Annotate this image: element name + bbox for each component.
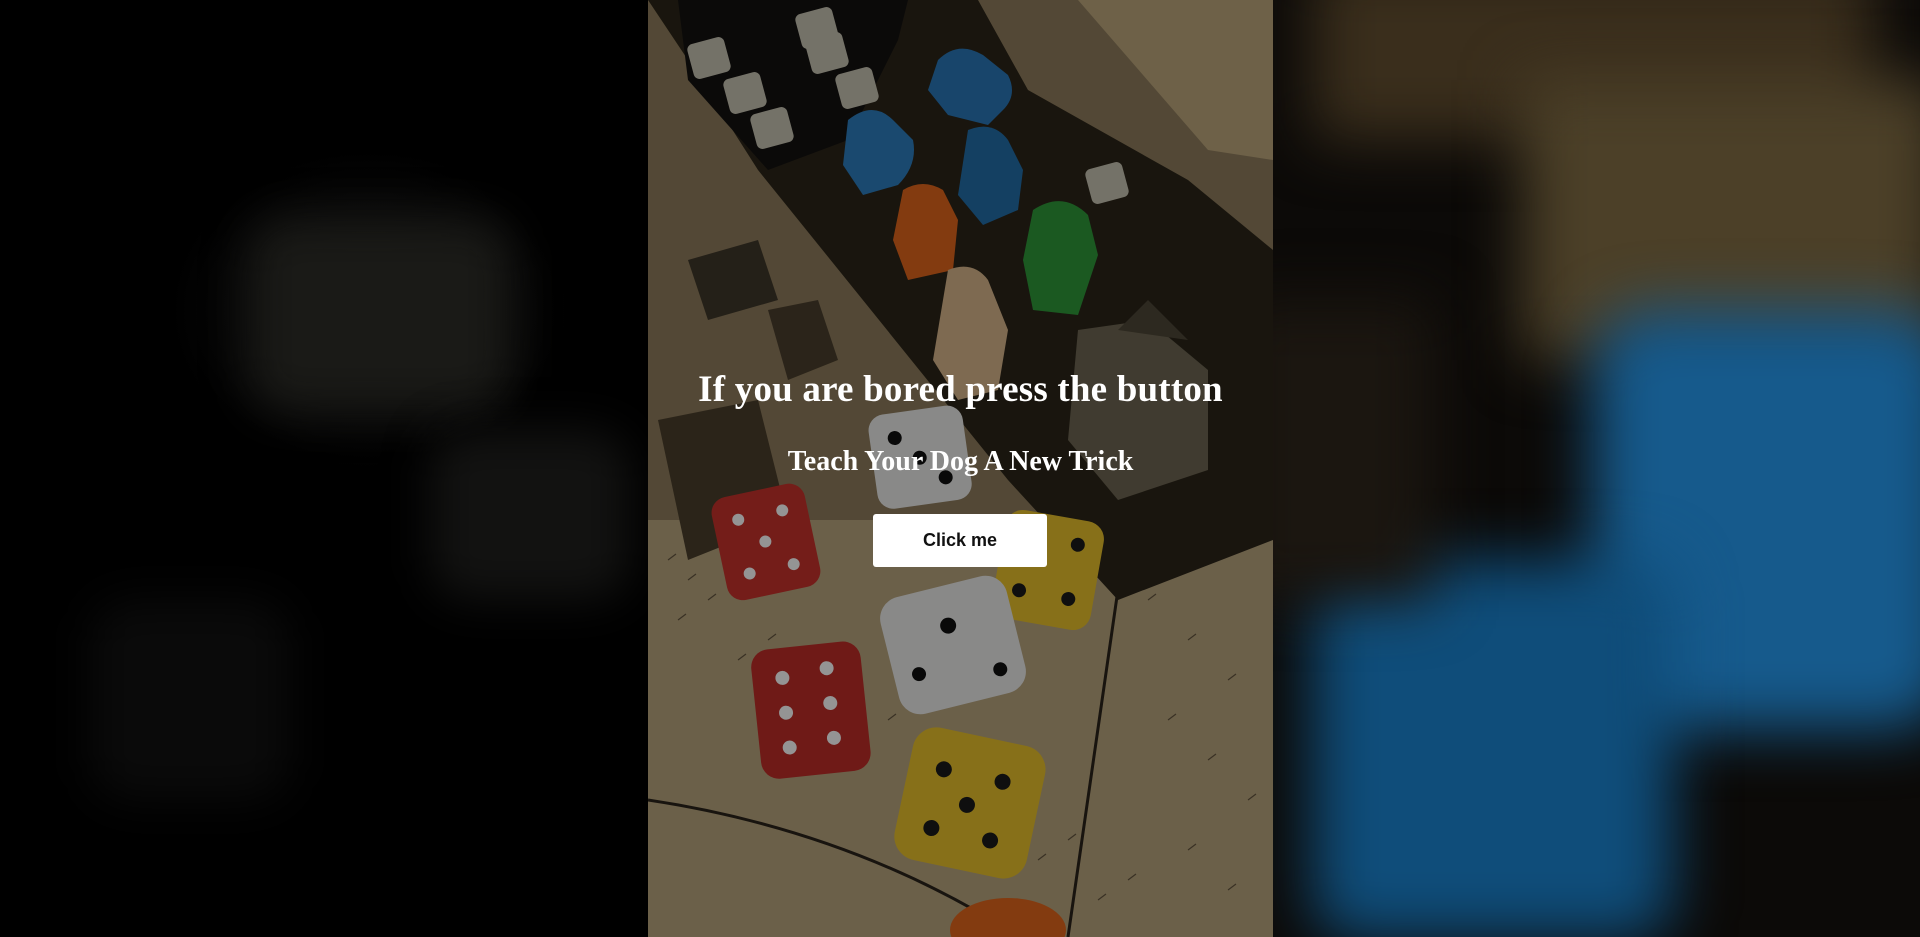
hero-title: If you are bored press the button xyxy=(698,369,1223,410)
hero-subtitle: Teach Your Dog A New Trick xyxy=(787,446,1134,477)
backdrop-right xyxy=(1273,0,1920,937)
page: If you are bored press the button Teach … xyxy=(0,0,1920,937)
hero-section: If you are bored press the button Teach … xyxy=(648,0,1273,937)
backdrop-left xyxy=(0,0,648,937)
click-me-button[interactable]: Click me xyxy=(873,514,1047,567)
